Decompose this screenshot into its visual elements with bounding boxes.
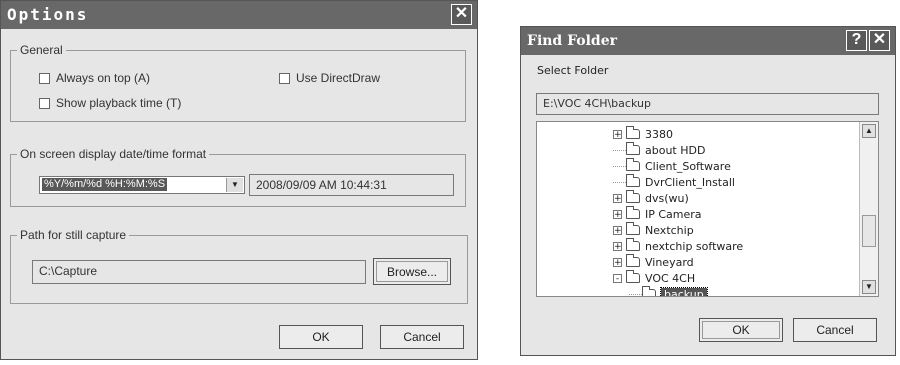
- checkbox-icon[interactable]: [39, 97, 50, 109]
- tree-connector: [613, 165, 626, 167]
- expand-icon[interactable]: +: [613, 257, 622, 267]
- tree-item-label: IP Camera: [645, 207, 702, 221]
- options-title: Options: [7, 5, 89, 24]
- ok-button-label: OK: [732, 323, 750, 337]
- cancel-button[interactable]: Cancel: [380, 325, 464, 349]
- use-directdraw-label: Use DirectDraw: [296, 71, 381, 85]
- close-icon[interactable]: ✕: [869, 30, 890, 51]
- show-playback-time-label: Show playback time (T): [56, 96, 182, 110]
- osd-legend: On screen display date/time format: [17, 147, 210, 161]
- tree-connector: [613, 181, 626, 183]
- expand-icon[interactable]: +: [613, 193, 622, 203]
- ok-button-label: OK: [312, 330, 330, 344]
- options-titlebar[interactable]: Options ✕: [1, 1, 477, 29]
- ok-button[interactable]: OK: [279, 325, 363, 349]
- tree-item[interactable]: about HDD: [613, 142, 705, 158]
- tree-item[interactable]: + Nextchip: [613, 222, 694, 238]
- tree-item-label: dvs(wu): [645, 191, 689, 205]
- checkbox-icon[interactable]: [39, 72, 50, 84]
- tree-item-label: DvrClient_Install: [645, 175, 735, 189]
- expand-icon[interactable]: +: [613, 129, 622, 139]
- folder-icon: [626, 142, 640, 155]
- capture-group: Path for still capture C:\Capture Browse…: [10, 228, 468, 304]
- expand-icon[interactable]: +: [613, 225, 622, 235]
- always-on-top-label: Always on top (A): [56, 71, 151, 85]
- tree-item-label: about HDD: [645, 143, 706, 157]
- expand-icon[interactable]: +: [613, 241, 622, 251]
- capture-path-field[interactable]: C:\Capture: [32, 260, 366, 284]
- browse-button[interactable]: Browse...: [373, 258, 451, 285]
- tree-connector: [613, 149, 626, 151]
- tree-item[interactable]: +3380: [613, 126, 673, 142]
- checkbox-icon[interactable]: [279, 72, 290, 84]
- tree-item[interactable]: + IP Camera: [613, 206, 702, 222]
- find-folder-title: Find Folder: [527, 33, 618, 49]
- tree-item-label: nextchip software: [645, 239, 744, 253]
- tree-item-label: Client_Software: [645, 159, 731, 173]
- tree-item[interactable]: - VOC 4CH: [613, 270, 695, 286]
- scroll-up-icon[interactable]: ▲: [862, 124, 876, 138]
- folder-icon: [642, 286, 656, 296]
- close-icon[interactable]: ✕: [451, 4, 472, 25]
- capture-legend: Path for still capture: [17, 228, 130, 242]
- always-on-top-checkbox[interactable]: Always on top (A): [39, 71, 150, 85]
- folder-path-field[interactable]: E:\VOC 4CH\backup: [536, 93, 879, 115]
- tree-item-label: 3380: [645, 127, 673, 141]
- format-preview: 2008/09/09 AM 10:44:31: [249, 174, 454, 196]
- tree-item-label: Vineyard: [645, 255, 694, 269]
- folder-icon: [626, 238, 640, 251]
- format-select[interactable]: %Y/%m/%d %H:%M:%S ▼: [39, 176, 245, 194]
- cancel-button[interactable]: Cancel: [793, 318, 877, 342]
- folder-icon: [626, 174, 640, 187]
- cancel-button-label: Cancel: [816, 323, 854, 337]
- find-folder-titlebar[interactable]: Find Folder ? ✕: [521, 27, 895, 55]
- ok-button[interactable]: OK: [699, 318, 783, 342]
- tree-item[interactable]: backup: [629, 286, 708, 296]
- tree-item[interactable]: + Vineyard: [613, 254, 694, 270]
- osd-group: On screen display date/time format %Y/%m…: [10, 147, 466, 207]
- collapse-icon[interactable]: -: [613, 273, 622, 283]
- folder-tree[interactable]: +3380 about HDD Client_Software DvrClient_I…: [536, 121, 879, 297]
- tree-item[interactable]: + nextchip software: [613, 238, 743, 254]
- format-select-value: %Y/%m/%d %H:%M:%S: [42, 178, 168, 191]
- show-playback-time-checkbox[interactable]: Show playback time (T): [39, 96, 181, 110]
- folder-icon: [626, 270, 640, 283]
- folder-icon: [626, 206, 640, 219]
- tree-item[interactable]: Client_Software: [613, 158, 731, 174]
- use-directdraw-checkbox[interactable]: Use DirectDraw: [279, 71, 380, 85]
- chevron-down-icon[interactable]: ▼: [226, 178, 243, 192]
- general-group: General Always on top (A) Use DirectDraw…: [10, 43, 466, 122]
- help-icon[interactable]: ?: [846, 30, 867, 51]
- find-folder-dialog: Find Folder ? ✕ Select Folder E:\VOC 4CH…: [520, 26, 896, 356]
- tree-item-label: VOC 4CH: [645, 271, 696, 285]
- folder-icon: [626, 126, 640, 139]
- tree-item-label: Nextchip: [645, 223, 694, 237]
- expand-icon[interactable]: +: [613, 209, 622, 219]
- cancel-button-label: Cancel: [403, 330, 441, 344]
- folder-icon: [626, 254, 640, 267]
- scroll-down-icon[interactable]: ▼: [862, 280, 876, 294]
- tree-connector: [629, 293, 642, 295]
- folder-icon: [626, 222, 640, 235]
- general-legend: General: [17, 43, 66, 57]
- tree-item[interactable]: + dvs(wu): [613, 190, 689, 206]
- options-dialog: Options ✕ General Always on top (A) Use …: [0, 0, 478, 360]
- select-folder-prompt: Select Folder: [537, 64, 609, 77]
- folder-icon: [626, 158, 640, 171]
- tree-item-label: backup: [660, 286, 708, 296]
- folder-icon: [626, 190, 640, 203]
- tree-item[interactable]: DvrClient_Install: [613, 174, 735, 190]
- tree-scrollbar[interactable]: ▲ ▼: [859, 122, 878, 296]
- scroll-thumb[interactable]: [862, 215, 876, 247]
- browse-button-label: Browse...: [386, 264, 437, 279]
